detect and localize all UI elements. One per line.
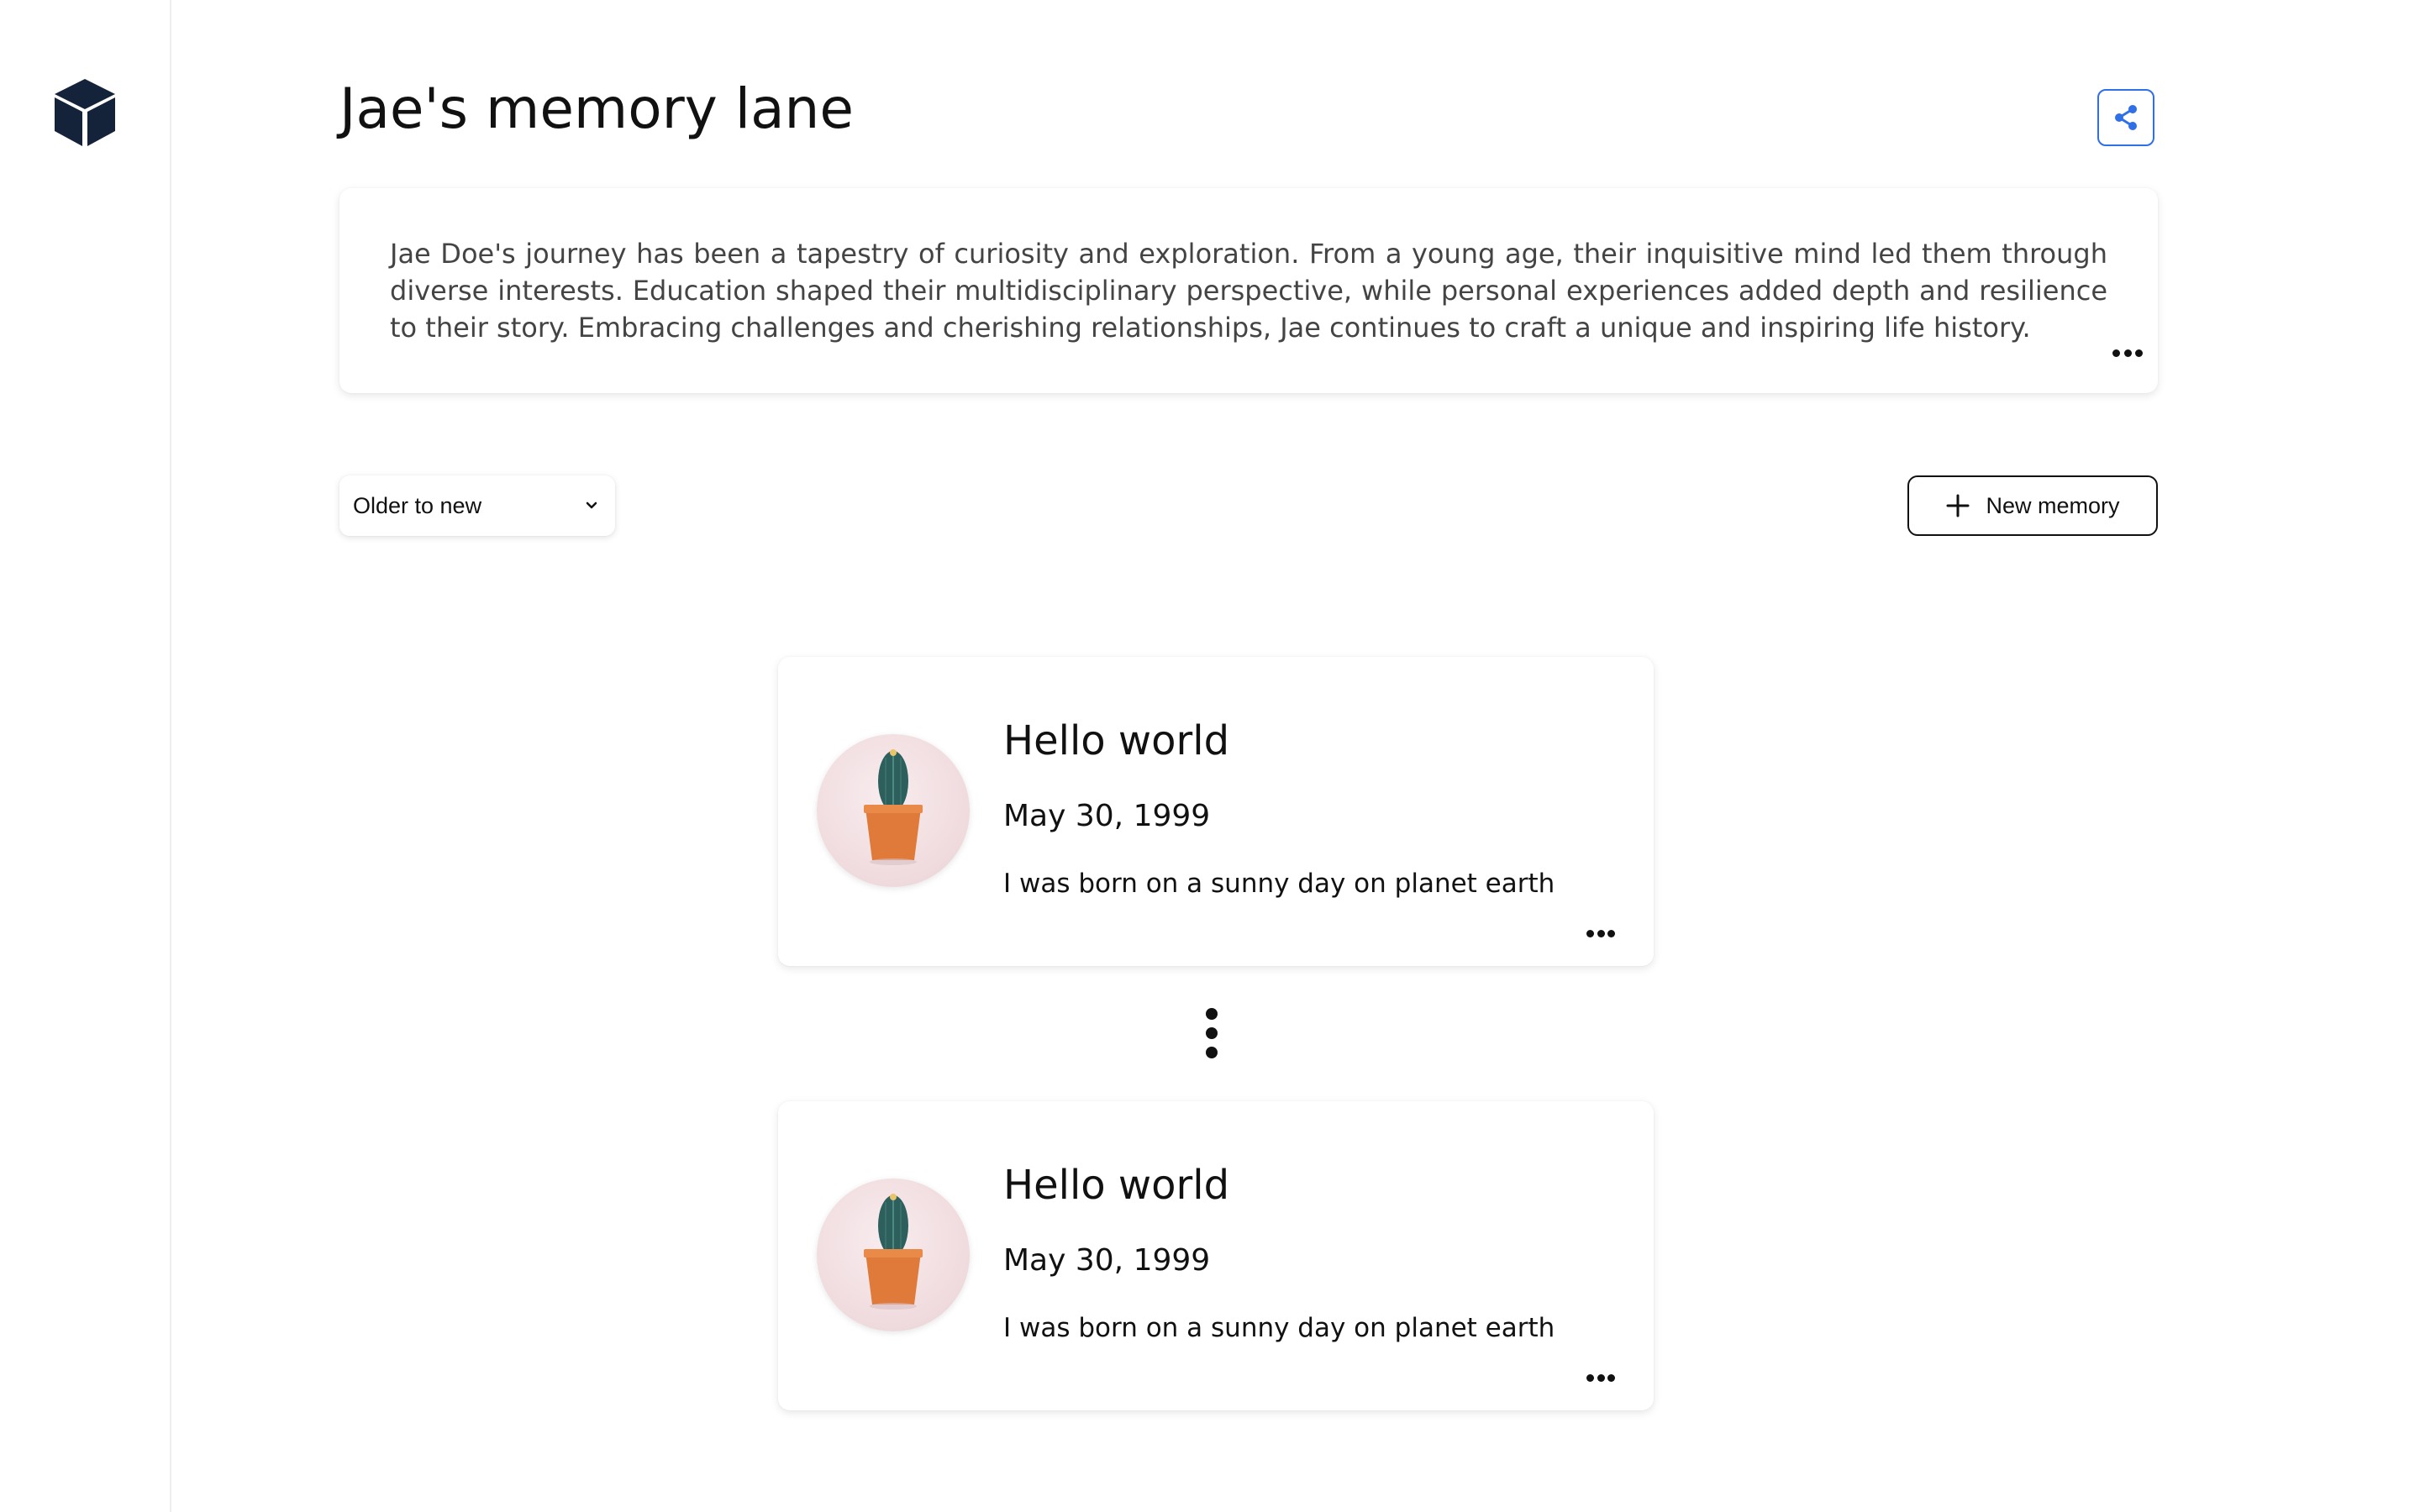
share-icon bbox=[2115, 105, 2137, 130]
sidebar bbox=[0, 0, 171, 1512]
sort-order-value: Older to new bbox=[353, 492, 482, 518]
memory-date: May 30, 1999 bbox=[1003, 799, 1211, 833]
share-button[interactable] bbox=[2097, 89, 2154, 146]
new-memory-button[interactable]: New memory bbox=[1907, 475, 2158, 536]
memory-date: May 30, 1999 bbox=[1003, 1243, 1211, 1278]
cactus-pot-image bbox=[817, 1179, 970, 1331]
memory-title: Hello world bbox=[1003, 1162, 1230, 1209]
bio-card: Jae Doe's journey has been a tapestry of… bbox=[339, 188, 2158, 393]
more-vertical-icon bbox=[1203, 1008, 1220, 1058]
new-memory-label: New memory bbox=[1986, 492, 2120, 518]
memory-description: I was born on a sunny day on planet eart… bbox=[1003, 1313, 1555, 1343]
bio-text: Jae Doe's journey has been a tapestry of… bbox=[390, 238, 2107, 344]
memory-card[interactable]: Hello world May 30, 1999 I was born on a… bbox=[778, 1101, 1654, 1410]
memory-title: Hello world bbox=[1003, 717, 1230, 764]
memory-card[interactable]: Hello world May 30, 1999 I was born on a… bbox=[778, 657, 1654, 966]
cube-icon[interactable] bbox=[52, 77, 118, 148]
sort-order-select[interactable]: Older to new bbox=[339, 475, 615, 536]
more-horizontal-icon[interactable] bbox=[1586, 1368, 1615, 1388]
more-horizontal-icon[interactable] bbox=[1586, 923, 1615, 943]
more-horizontal-icon[interactable] bbox=[2112, 343, 2143, 363]
plus-icon bbox=[1946, 494, 1970, 517]
page-title: Jae's memory lane bbox=[339, 76, 854, 141]
chevron-down-icon bbox=[586, 501, 597, 509]
memory-description: I was born on a sunny day on planet eart… bbox=[1003, 869, 1555, 899]
cactus-pot-image bbox=[817, 734, 970, 887]
